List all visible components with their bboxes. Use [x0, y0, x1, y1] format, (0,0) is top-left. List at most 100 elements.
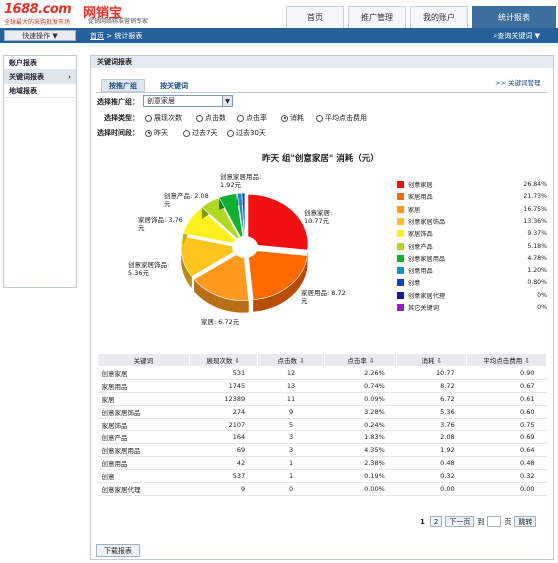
keyword-manage-link[interactable]: >> 关键词管理 — [495, 77, 540, 87]
table-cell: 5 — [257, 418, 325, 432]
table-cell: 0.00 — [396, 482, 467, 496]
legend-item: 家居 16.75% — [397, 204, 547, 215]
table-cell: 9 — [189, 482, 258, 496]
radio-icon[interactable] — [196, 114, 203, 122]
legend-item: 家居饰品 9.37% — [397, 228, 547, 239]
search-keyword-button[interactable]: ⌕查询关键词 ▼ — [493, 31, 540, 41]
table-cell: 创意家居饰品 — [97, 405, 190, 419]
slice-label: 家居: 6.72元 — [201, 318, 239, 326]
period-option-label: 过去7天 — [192, 129, 218, 137]
slice-label-line: 创意家居饰品: — [128, 261, 170, 269]
page-2-link[interactable]: 2 — [429, 516, 443, 527]
legend-percent: 13.36% — [523, 217, 547, 225]
sidebar-item-keyword-report[interactable]: 关键词报表 › — [4, 70, 76, 84]
jump-button[interactable]: 跳转 — [514, 516, 537, 527]
tab-by-group[interactable]: 按推广组 — [101, 79, 145, 92]
page-number-input[interactable] — [487, 516, 502, 527]
column-header-cost[interactable]: 消耗 ⇩ — [396, 353, 468, 367]
legend-name: 创意家居代理 — [408, 292, 446, 300]
chevron-down-icon[interactable]: ▼ — [222, 96, 232, 106]
pie-slice-top — [247, 249, 308, 300]
page-1-link[interactable]: 1 — [418, 518, 427, 526]
slice-label-line: 创意产品: 2.08 — [164, 192, 209, 200]
table-row: 创意用品 42 1 2.38% 0.48 0.48 — [97, 456, 547, 471]
column-header-ctr[interactable]: 点击率 ⇩ — [324, 353, 398, 367]
type-radio-impressions[interactable]: 展现次数 — [145, 113, 182, 123]
table-cell: 创意 — [97, 469, 190, 484]
type-radio-cost[interactable]: 消耗 — [281, 113, 304, 123]
column-header-avg-cpc[interactable]: 平均点击费用 ⇩ — [466, 353, 547, 367]
type-option-label: 平均点击费用 — [325, 114, 367, 122]
column-header-clicks[interactable]: 点击数 ⇩ — [256, 353, 326, 367]
column-header-impressions[interactable]: 展现次数 ⇩ — [188, 353, 258, 367]
table-row: 创意产品 164 3 1.83% 2.08 0.69 — [97, 430, 547, 445]
table-cell: 创意产品 — [97, 430, 190, 445]
radio-icon[interactable] — [145, 129, 152, 137]
logo[interactable]: 1688.com 网销宝 全球最大的采购批发市场 促销网络精准营销专家 — [4, 2, 174, 30]
slice-label-line: 家居: 6.72元 — [201, 318, 240, 326]
legend-item: 家居用品 21.73% — [397, 191, 547, 202]
tab-by-keyword[interactable]: 按关键词 — [152, 79, 196, 92]
tab-account[interactable]: 我的账户 — [410, 6, 468, 28]
table-cell: 家居 — [97, 392, 190, 406]
period-radio-7days[interactable]: 过去7天 — [183, 128, 217, 138]
radio-icon[interactable] — [316, 114, 323, 122]
period-radio-yesterday[interactable]: 昨天 — [145, 128, 168, 138]
radio-icon[interactable] — [281, 114, 288, 122]
table-cell: 1745 — [189, 379, 258, 393]
legend-percent: 0% — [537, 304, 547, 311]
table-cell: 0.69 — [466, 430, 547, 445]
legend-percent: 26.84% — [523, 181, 547, 188]
legend-percent: 0.80% — [527, 279, 547, 287]
table-cell: 0.00 — [466, 482, 547, 496]
next-page-button[interactable]: 下一页 — [445, 516, 475, 527]
table-cell: 0.74% — [324, 379, 397, 393]
group-select[interactable]: 创意家居 ▼ — [143, 95, 233, 107]
legend-swatch — [397, 279, 404, 287]
table-cell: 13 — [257, 379, 325, 393]
logo-brand: 1688.com — [4, 2, 72, 17]
table-cell: 2.38% — [324, 456, 397, 471]
legend-swatch — [397, 291, 404, 299]
table-cell: 1.83% — [324, 430, 397, 445]
logo-tagline: 全球最大的采购批发市场 — [4, 19, 71, 26]
table-cell: 11 — [257, 392, 325, 406]
sidebar-item-account-report[interactable]: 账户报表 — [4, 56, 76, 70]
radio-icon[interactable] — [183, 129, 190, 137]
type-radio-avg-cpc[interactable]: 平均点击费用 — [316, 113, 367, 123]
quick-actions-button[interactable]: 快速操作 ▼ — [4, 30, 76, 41]
group-select-value: 创意家居 — [147, 97, 175, 105]
radio-icon[interactable] — [227, 129, 234, 137]
table-cell: 8.72 — [396, 379, 467, 393]
legend-percent: 5.18% — [527, 242, 547, 250]
table-row: 创意 537 1 0.19% 0.32 0.32 — [97, 469, 547, 484]
table-cell: 9 — [257, 405, 325, 419]
table-cell: 10.77 — [396, 366, 467, 380]
period-radio-30days[interactable]: 过去30天 — [227, 128, 266, 138]
tab-promotion[interactable]: 推广管理 — [348, 6, 406, 28]
radio-icon[interactable] — [237, 114, 244, 122]
legend-swatch — [397, 254, 404, 262]
legend-swatch — [397, 193, 404, 201]
column-header-keyword[interactable]: 关键词 — [97, 353, 190, 367]
table-cell: 0.48 — [396, 456, 467, 471]
legend-item: 创意用品 1.20% — [397, 265, 547, 276]
legend-swatch — [397, 267, 404, 275]
slice-label: 创意家居饰品: 5.36元 — [128, 261, 169, 277]
tab-reports[interactable]: 统计报表 — [472, 6, 556, 28]
tab-home[interactable]: 首页 — [286, 6, 344, 28]
type-radio-clicks[interactable]: 点击数 — [196, 113, 226, 123]
type-radio-ctr[interactable]: 点击率 — [237, 113, 267, 123]
sidebar-item-label: 地域报表 — [9, 86, 37, 95]
legend-item: 创意家居代理 0% — [397, 290, 547, 301]
download-report-button[interactable]: 下载报表 — [96, 544, 140, 557]
sidebar-item-region-report[interactable]: 地域报表 — [4, 84, 76, 98]
breadcrumb-home[interactable]: 首页 — [90, 32, 104, 40]
legend-name: 家居用品 — [408, 194, 433, 202]
slice-label-line: 5.36元 — [128, 269, 149, 277]
sidebar-item-label: 账户报表 — [9, 58, 37, 67]
slice-label-line: 10.77元 — [304, 217, 330, 225]
table-cell: 2107 — [189, 418, 258, 432]
table-cell: 创意家居 — [97, 366, 190, 380]
radio-icon[interactable] — [145, 114, 152, 122]
